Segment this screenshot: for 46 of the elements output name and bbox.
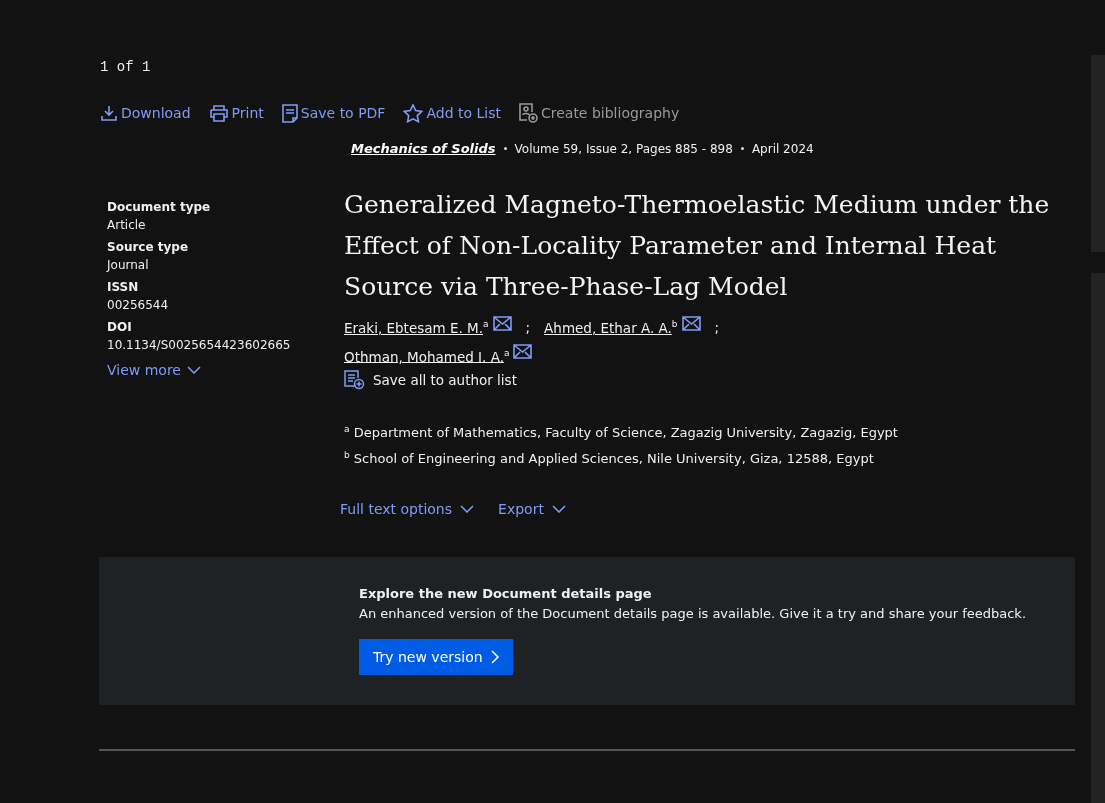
detail-label: Document type <box>107 200 211 214</box>
document-add-icon <box>518 103 538 123</box>
author-link[interactable]: Eraki, Ebtesam E. M.$^{a}$ <box>344 319 489 336</box>
chevron-down-icon <box>460 504 475 513</box>
detail-value: 00256544 <box>107 298 169 312</box>
chevron-down-icon <box>186 366 201 374</box>
star-icon <box>403 103 424 123</box>
print-icon <box>208 104 229 122</box>
detail-value: 10.1134/S0025654423602665 <box>107 338 291 352</box>
page-counter: 1 of 1 <box>100 59 151 75</box>
banner-text: An enhanced version of the Document details page is available. Give it a try and share your feedback. <box>359 605 1028 621</box>
affiliation-text: $^{a}$ Department of Mathematics, Faculty of Science, Zagazig University, Zagazig, Egypt <box>344 424 899 441</box>
view-more-link[interactable]: View more <box>107 362 201 378</box>
try-new-version-button[interactable]: Try new version <box>359 638 513 675</box>
banner-heading: Explore the new Document details page <box>359 585 652 601</box>
chevron-right-icon <box>490 649 499 664</box>
email-icon[interactable] <box>513 344 533 360</box>
author-link[interactable]: Ahmed, Ethar A. A.$^{b}$ <box>544 319 678 336</box>
separator: ; <box>525 319 531 336</box>
save-authors-button[interactable]: Save all to author list <box>344 370 517 390</box>
bullet-dot <box>503 147 507 150</box>
detail-label: Source type <box>107 240 189 254</box>
detail-value: Article <box>107 218 146 232</box>
source-detail: April 2024 <box>751 141 814 156</box>
email-icon[interactable] <box>681 315 701 331</box>
detail-value: Journal <box>107 258 149 272</box>
toolbar-button[interactable]: Add to List <box>403 103 501 123</box>
chevron-down-icon <box>551 504 566 513</box>
download-icon <box>100 104 118 122</box>
detail-label: DOI <box>107 320 132 334</box>
source-detail: Volume 59, Issue 2, Pages 885 - 898 <box>514 141 733 156</box>
email-icon[interactable] <box>492 315 512 331</box>
toolbar-button[interactable]: Print <box>208 104 264 122</box>
journal-link[interactable]: Mechanics of Solids <box>351 141 496 156</box>
detail-label: ISSN <box>107 280 139 294</box>
author-link[interactable]: Othman, Mohamed I. A.$^{a}$ <box>344 347 510 364</box>
toolbar-button[interactable]: Download <box>100 104 191 122</box>
dropdown-button[interactable]: Export <box>498 500 566 517</box>
bullet-dot <box>740 147 744 150</box>
toolbar-button[interactable]: Save to PDF <box>281 103 386 123</box>
document-icon <box>281 103 298 123</box>
document-title: Generalized Magneto-Thermoelastic Medium under the Effect of Non-Locality Parameter and Internal Heat Source via Three-Phase-Lag Model <box>344 189 1051 303</box>
dropdown-button[interactable]: Full text options <box>340 500 475 517</box>
affiliation-text: $^{b}$ School of Engineering and Applied Sciences, Nile University, Giza, 12588, Egypt <box>344 450 875 467</box>
separator: ; <box>714 319 720 336</box>
list-add-icon <box>344 370 365 390</box>
